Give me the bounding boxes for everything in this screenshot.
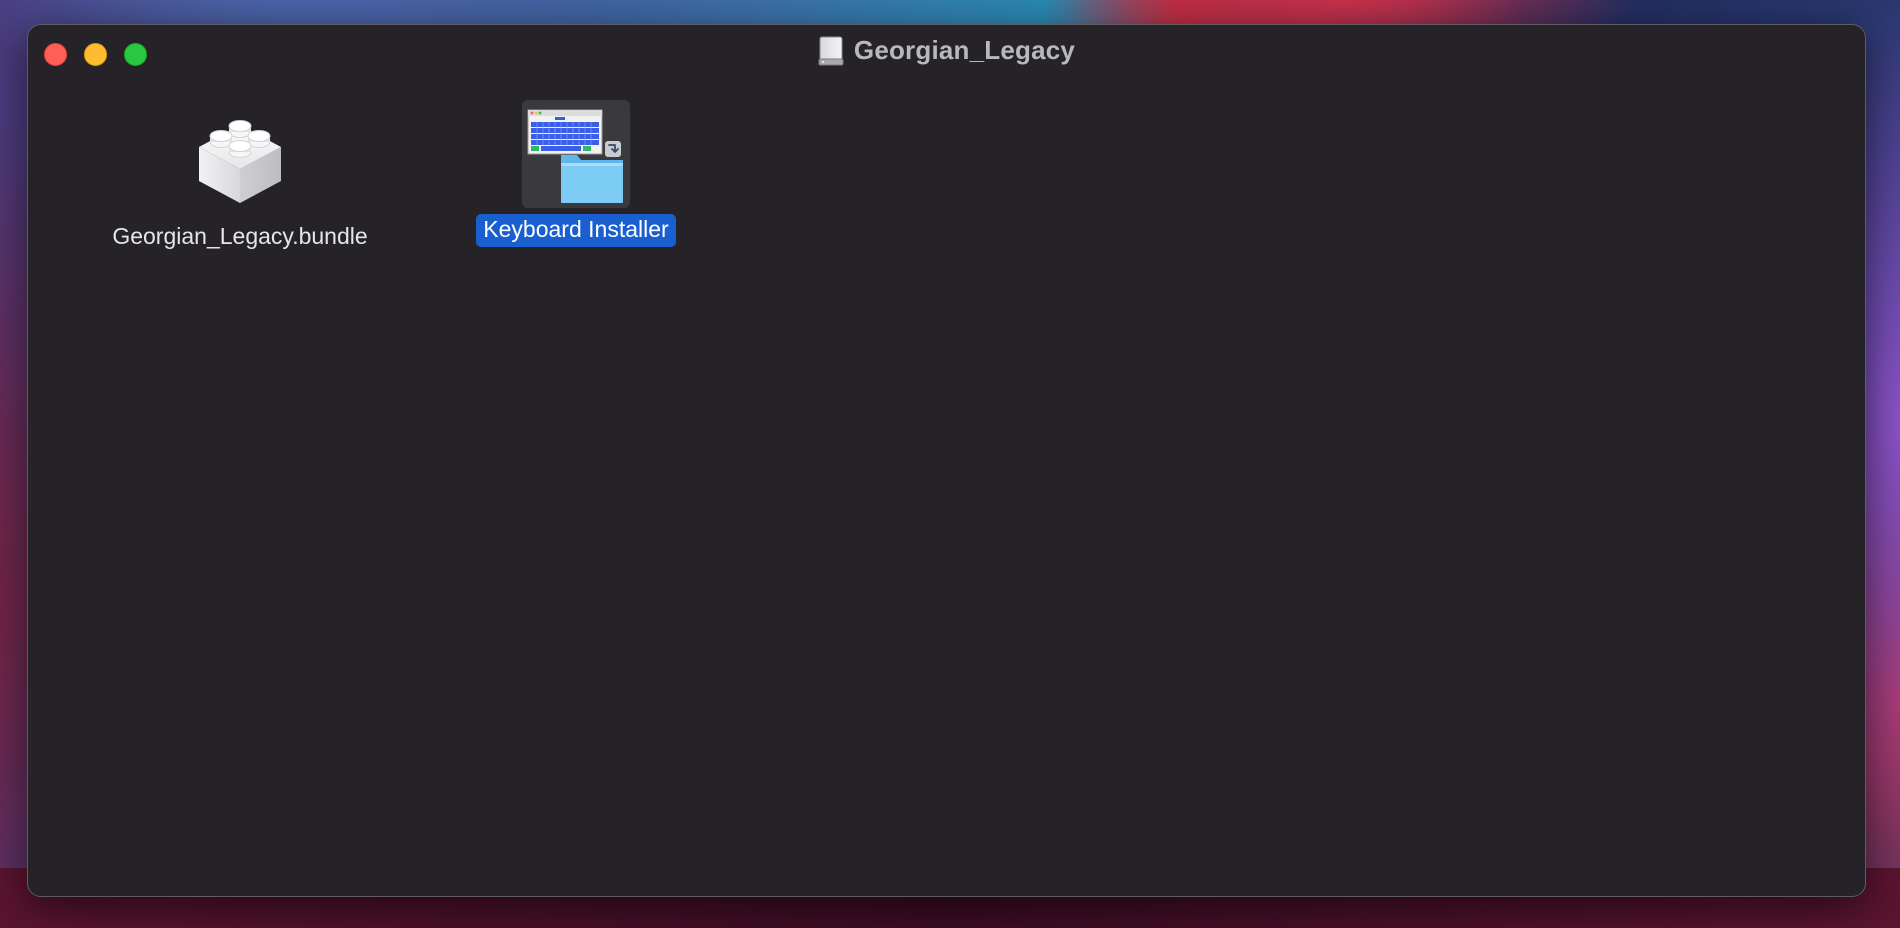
finder-window: Georgian_Legacy Georgian_Legacy.bundle K…: [27, 24, 1866, 897]
file-item-bundle[interactable]: Georgian_Legacy.bundle: [80, 107, 400, 254]
file-label-bundle[interactable]: Georgian_Legacy.bundle: [105, 221, 374, 254]
bundle-icon-box[interactable]: [186, 107, 294, 215]
lego-brick-bundle-icon: [199, 120, 281, 203]
keyboard-installer-icon-box[interactable]: [522, 100, 630, 208]
title-bar[interactable]: Georgian_Legacy: [28, 25, 1865, 79]
keyboard-installer-icon: [527, 109, 623, 203]
file-item-keyboard-installer[interactable]: Keyboard Installer: [416, 100, 736, 247]
file-label-keyboard-installer[interactable]: Keyboard Installer: [476, 214, 676, 247]
external-disk-icon: [818, 36, 844, 65]
window-title-group: Georgian_Legacy: [28, 35, 1865, 66]
window-title: Georgian_Legacy: [853, 35, 1076, 65]
